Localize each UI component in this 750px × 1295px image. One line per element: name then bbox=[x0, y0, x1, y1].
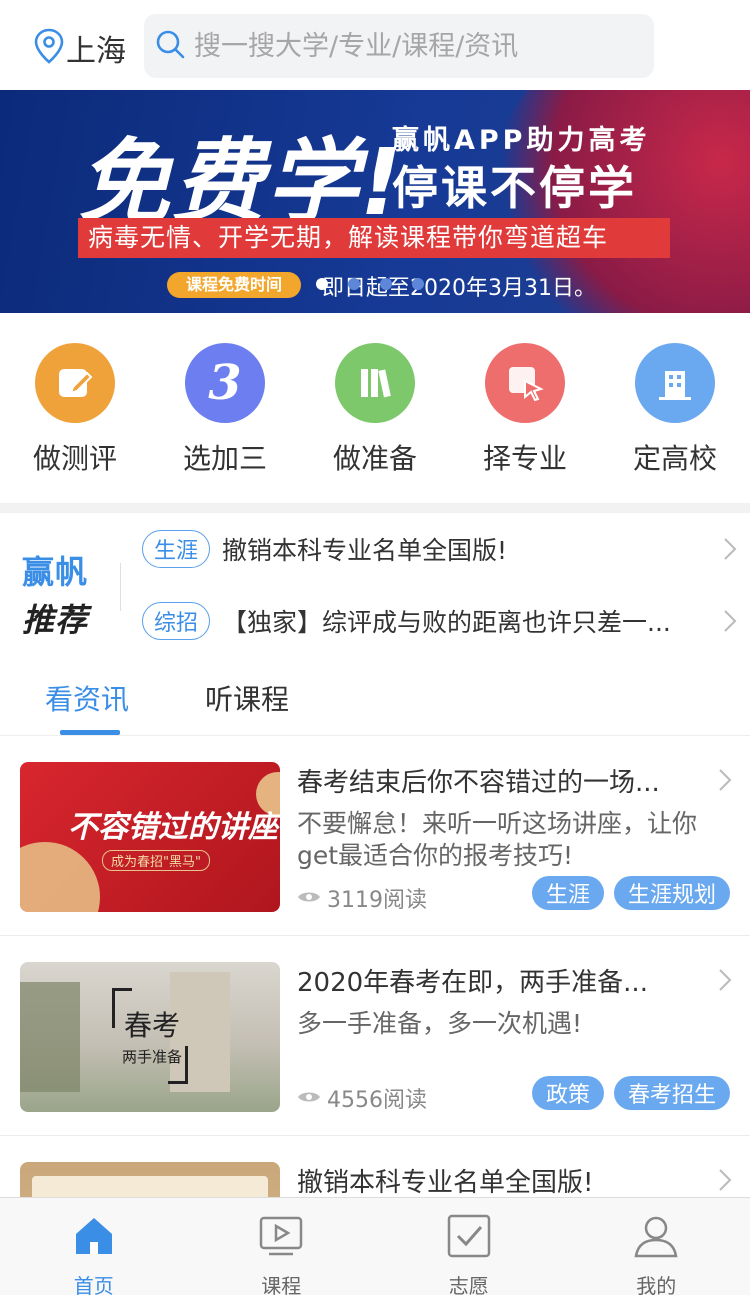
recommend-tag: 综招 bbox=[142, 602, 210, 640]
nav-label: 志愿 bbox=[448, 1274, 489, 1295]
banner-strip: 病毒无情、开学无期，解读课程带你弯道超车 bbox=[78, 218, 670, 258]
recommend-logo-line1: 赢帆 bbox=[22, 553, 89, 591]
promo-banner[interactable]: 免费学! 赢帆APP助力高考 停课不停学 病毒无情、开学无期，解读课程带你弯道超… bbox=[0, 90, 750, 313]
article-thumbnail: 春考 两手准备 bbox=[20, 962, 280, 1112]
banner-slogan: 停课不停学 bbox=[392, 161, 637, 215]
read-count: 3119阅读 bbox=[327, 888, 427, 913]
eye-icon bbox=[297, 1086, 321, 1111]
article-item[interactable]: 春考 两手准备 2020年春考在即，两手准备... 多一手准备，多一次机遇! 4… bbox=[0, 936, 750, 1136]
recommend-divider bbox=[120, 563, 121, 611]
nav-profile[interactable]: 我的 bbox=[563, 1198, 750, 1295]
chevron-right-icon bbox=[718, 537, 742, 561]
chevron-right-icon bbox=[718, 1168, 732, 1196]
carousel-dots bbox=[316, 278, 424, 290]
search-input[interactable] bbox=[194, 30, 634, 62]
recommend-logo-line2: 推荐 bbox=[22, 601, 89, 639]
chevron-right-icon bbox=[718, 968, 732, 996]
action-assessment[interactable]: 做测评 bbox=[0, 313, 150, 503]
app-screen: 上海 免费学! 赢帆APP助力高考 停课不停学 病毒无情、开学无期，解读课程带你… bbox=[0, 0, 750, 1295]
recommend-logo: 赢帆 推荐 bbox=[22, 547, 122, 641]
cursor-select-icon bbox=[485, 343, 565, 423]
recommend-item[interactable]: 综招 【独家】综评成与败的距离也许只差一... bbox=[142, 601, 742, 641]
recommend-item[interactable]: 生涯 撤销本科专业名单全国版! bbox=[142, 529, 742, 569]
read-count: 4556阅读 bbox=[327, 1088, 427, 1113]
nav-volunteer[interactable]: 志愿 bbox=[375, 1198, 563, 1295]
building-icon bbox=[635, 343, 715, 423]
recommend-title: 【独家】综评成与败的距离也许只差一... bbox=[222, 608, 671, 637]
action-label: 定高校 bbox=[632, 442, 717, 475]
article-description: 多一手准备，多一次机遇! bbox=[297, 1009, 583, 1038]
location-selector[interactable]: 上海 bbox=[34, 26, 126, 70]
thumbnail-title: 春考 bbox=[124, 1009, 181, 1042]
article-tag[interactable]: 政策 bbox=[531, 1076, 604, 1110]
carousel-dot[interactable] bbox=[412, 278, 424, 290]
action-university[interactable]: 定高校 bbox=[600, 313, 750, 503]
article-title: 春考结束后你不容错过的一场... bbox=[297, 768, 660, 798]
article-item[interactable]: 不容错过的讲座 成为春招"黑马" 春考结束后你不容错过的一场... 不要懈怠！来… bbox=[0, 736, 750, 936]
article-tags: 生涯 生涯规划 bbox=[531, 876, 730, 910]
nav-label: 首页 bbox=[73, 1274, 114, 1295]
location-pin-icon bbox=[34, 28, 64, 68]
banner-pill: 课程免费时间 bbox=[167, 272, 301, 298]
chevron-right-icon bbox=[718, 768, 732, 796]
bottom-nav: 首页 课程 志愿 我的 bbox=[0, 1197, 750, 1295]
action-major[interactable]: 择专业 bbox=[450, 313, 600, 503]
location-label: 上海 bbox=[66, 34, 126, 69]
carousel-dot[interactable] bbox=[316, 278, 328, 290]
carousel-dot[interactable] bbox=[348, 278, 360, 290]
edit-icon bbox=[35, 343, 115, 423]
thumbnail-title: 不容错过的讲座 bbox=[68, 810, 278, 845]
article-title: 撤销本科专业名单全国版! bbox=[297, 1168, 594, 1198]
article-tag[interactable]: 生涯规划 bbox=[613, 876, 730, 910]
recommend-tag: 生涯 bbox=[142, 530, 210, 568]
action-prepare[interactable]: 做准备 bbox=[300, 313, 450, 503]
article-meta: 4556阅读 bbox=[297, 1082, 427, 1114]
article-thumbnail: 不容错过的讲座 成为春招"黑马" bbox=[20, 762, 280, 912]
article-tag[interactable]: 生涯 bbox=[531, 876, 604, 910]
carousel-dot[interactable] bbox=[380, 278, 392, 290]
recommend-section: 赢帆 推荐 生涯 撤销本科专业名单全国版! 综招 【独家】综评成与败的距离也许只… bbox=[0, 513, 750, 658]
eye-icon bbox=[297, 886, 321, 911]
thumbnail-subtitle: 成为春招"黑马" bbox=[102, 850, 210, 871]
content-tabs: 看资讯 听课程 bbox=[0, 660, 750, 736]
section-divider bbox=[0, 503, 750, 513]
home-icon bbox=[70, 1212, 118, 1264]
article-tags: 政策 春考招生 bbox=[531, 1076, 730, 1110]
article-meta: 3119阅读 bbox=[297, 882, 427, 914]
recommend-title: 撤销本科专业名单全国版! bbox=[222, 536, 508, 565]
video-play-icon bbox=[257, 1212, 305, 1264]
search-icon bbox=[154, 28, 186, 64]
tab-indicator bbox=[60, 730, 120, 735]
checkbox-icon bbox=[445, 1212, 493, 1264]
top-bar: 上海 bbox=[0, 0, 750, 90]
action-select-three[interactable]: 3 选加三 bbox=[150, 313, 300, 503]
number-three-icon: 3 bbox=[185, 343, 265, 423]
article-description: 不要懈怠！来听一听这场讲座，让你get最适合你的报考技巧! bbox=[297, 809, 698, 870]
article-tag[interactable]: 春考招生 bbox=[613, 1076, 730, 1110]
chevron-right-icon bbox=[718, 609, 742, 633]
user-icon bbox=[632, 1212, 680, 1264]
action-label: 择专业 bbox=[482, 442, 567, 475]
books-icon bbox=[335, 343, 415, 423]
action-label: 选加三 bbox=[182, 442, 267, 475]
search-box[interactable] bbox=[144, 14, 654, 78]
nav-home[interactable]: 首页 bbox=[0, 1198, 188, 1295]
nav-label: 我的 bbox=[636, 1274, 677, 1295]
tab-news[interactable]: 看资讯 bbox=[45, 678, 129, 718]
article-title: 2020年春考在即，两手准备... bbox=[297, 968, 648, 998]
thumbnail-subtitle: 两手准备 bbox=[122, 1048, 183, 1066]
nav-courses[interactable]: 课程 bbox=[188, 1198, 376, 1295]
nav-label: 课程 bbox=[261, 1274, 302, 1295]
action-label: 做准备 bbox=[332, 442, 417, 475]
quick-action-grid: 做测评 3 选加三 做准备 择专业 定高校 bbox=[0, 313, 750, 503]
action-label: 做测评 bbox=[32, 442, 117, 475]
tab-courses[interactable]: 听课程 bbox=[205, 678, 289, 718]
